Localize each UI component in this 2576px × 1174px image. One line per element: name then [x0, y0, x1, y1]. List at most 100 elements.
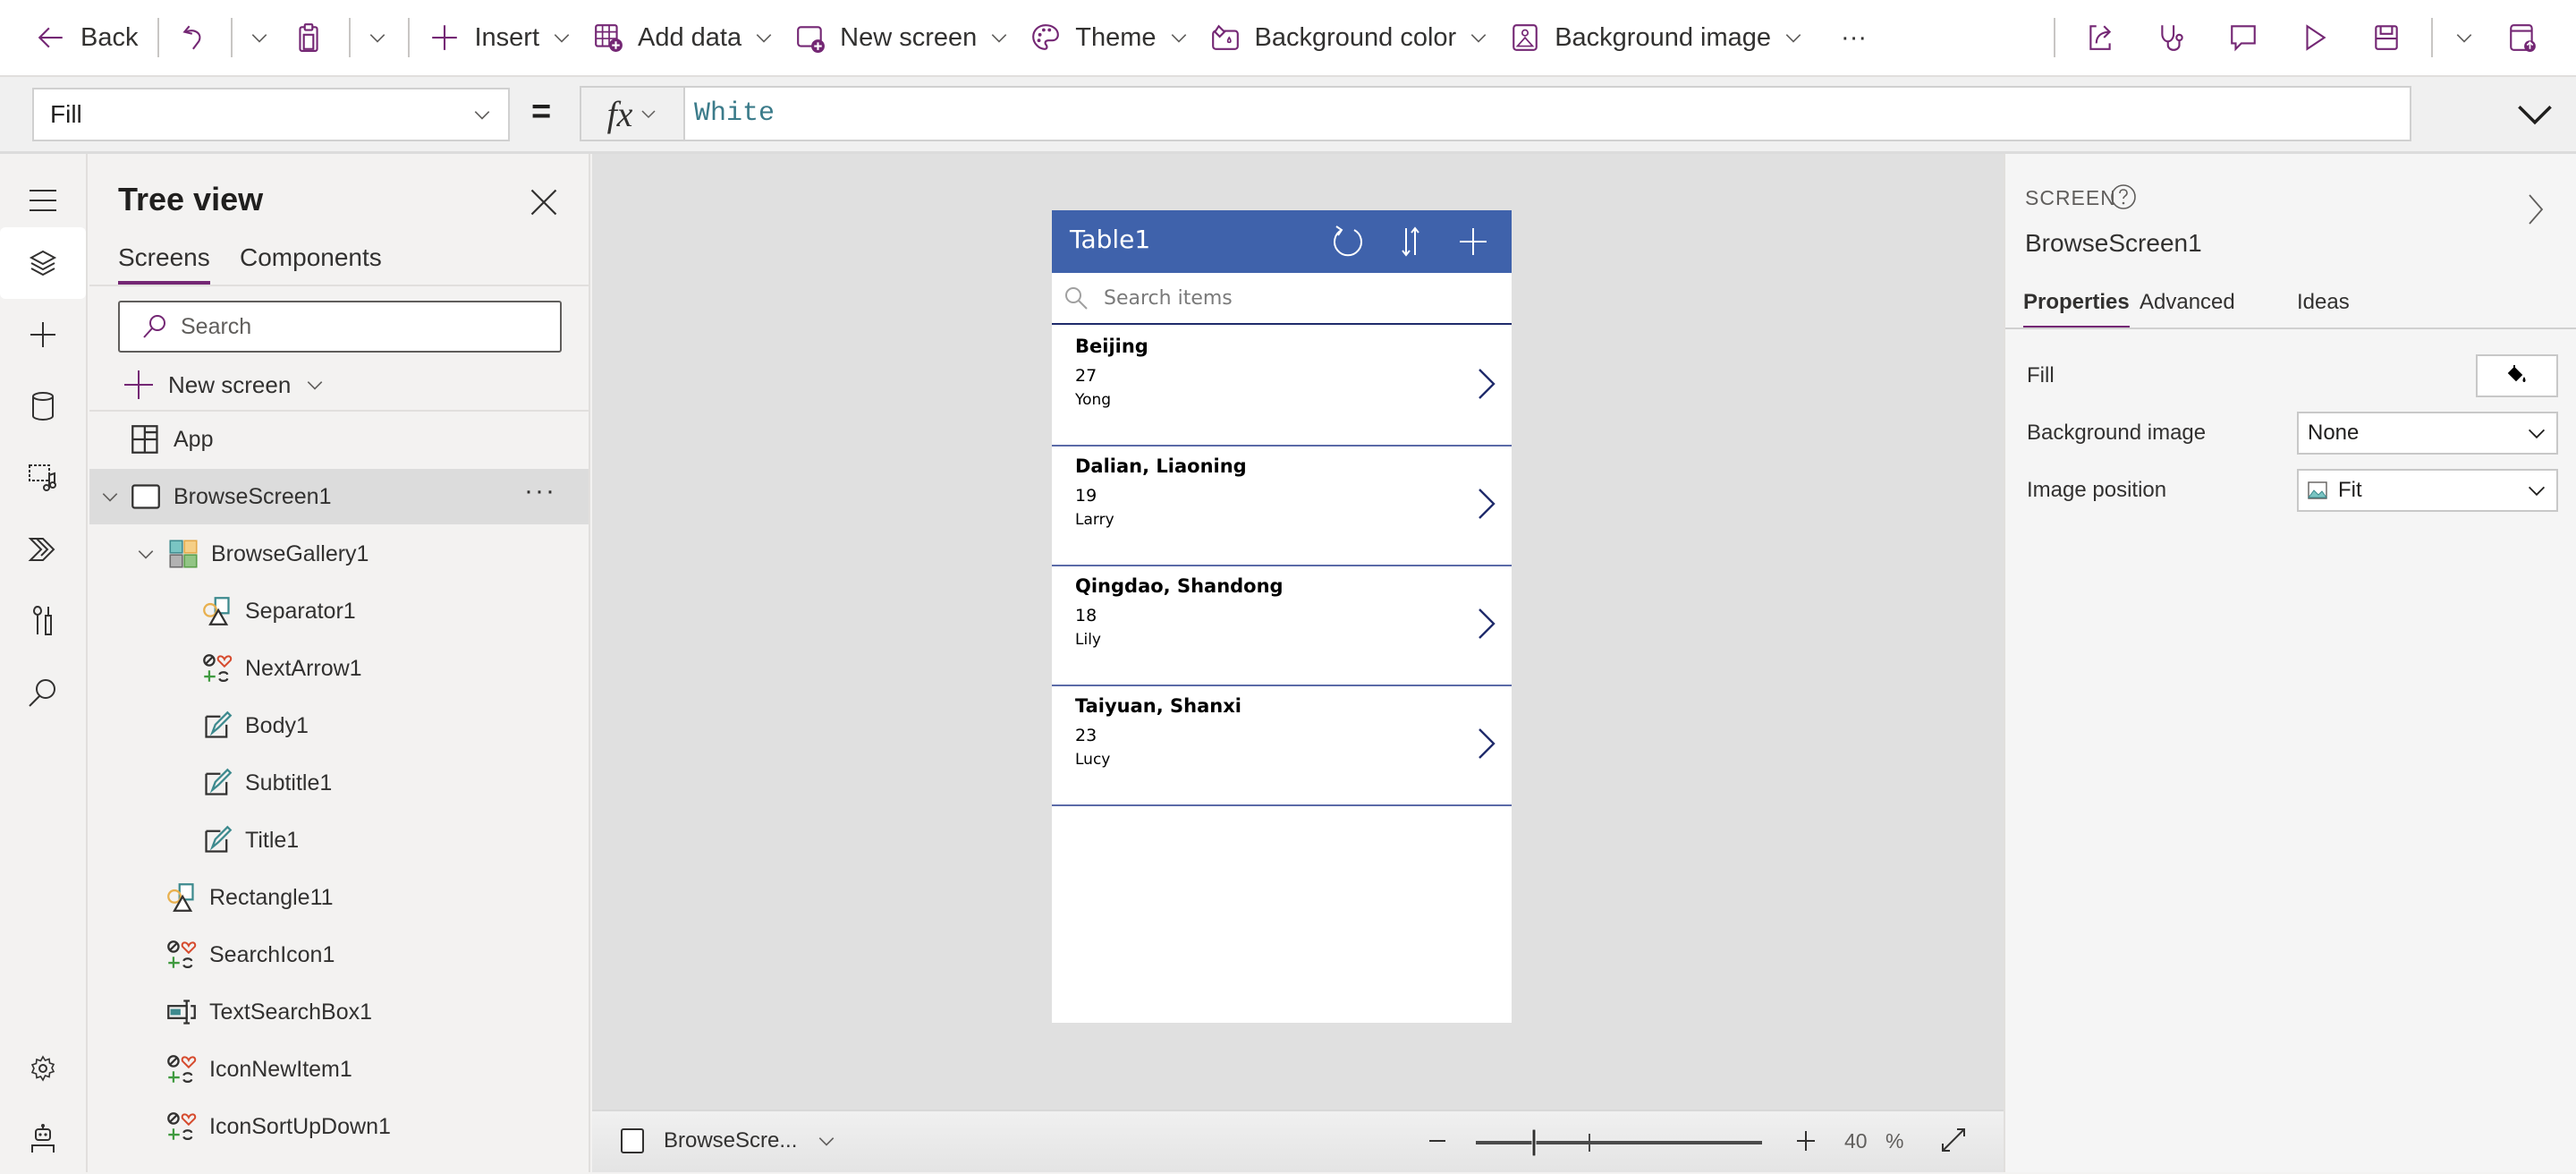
tree-item-app[interactable]: App [89, 412, 589, 467]
bot-icon [31, 1124, 55, 1153]
save-button[interactable] [2351, 11, 2422, 64]
fill-color-picker[interactable] [2476, 354, 2558, 397]
tab-components[interactable]: Components [240, 243, 382, 281]
chevron-down-icon[interactable] [100, 487, 120, 506]
tree-item-nextarrow1[interactable]: NextArrow1 [89, 641, 589, 696]
new-screen-button[interactable]: New screen [123, 362, 325, 408]
rail-insert[interactable] [0, 299, 86, 370]
rail-virtual-agent[interactable] [0, 1102, 86, 1174]
rail-tree-view[interactable] [0, 227, 86, 299]
rail-advanced-tools[interactable] [0, 585, 86, 657]
share-button[interactable] [2064, 11, 2136, 64]
tree-item-textsearchbox1[interactable]: TextSearchBox1 [89, 984, 589, 1040]
chevron-right-icon[interactable] [2522, 191, 2549, 227]
tree-item-rectangle11[interactable]: Rectangle11 [89, 870, 589, 925]
tree-item-browsegallery1[interactable]: BrowseGallery1 [89, 526, 589, 582]
tree-item-body1[interactable]: Body1 [89, 698, 589, 753]
fit-to-window-icon[interactable] [1937, 1124, 1970, 1156]
tab-screens[interactable]: Screens [118, 243, 210, 285]
tree-item-searchicon1[interactable]: SearchIcon1 [89, 927, 589, 983]
item-title: Dalian, Liaoning [1075, 455, 1247, 477]
paint-bucket-icon [2507, 365, 2526, 382]
more-options-icon[interactable]: ··· [524, 476, 556, 506]
chevron-right-icon[interactable] [1472, 366, 1499, 402]
hamburger-menu-button[interactable] [0, 165, 86, 236]
new-screen-button[interactable]: New screen [784, 11, 1020, 64]
background-color-button[interactable]: Background color [1199, 11, 1500, 64]
paste-button[interactable] [277, 11, 340, 64]
zoom-slider[interactable] [1476, 1129, 1762, 1156]
design-canvas[interactable]: Table1 Search items Beijing 27 Yong Dali… [592, 154, 2004, 1110]
table-add-icon [595, 24, 623, 52]
tree-view-title: Tree view [118, 181, 264, 217]
publish-button[interactable] [2487, 11, 2558, 64]
chevron-right-icon[interactable] [1472, 486, 1499, 522]
tab-properties[interactable]: Properties [2023, 290, 2130, 329]
add-item-icon[interactable] [1454, 223, 1492, 260]
control-name: BrowseScreen1 [2025, 229, 2202, 257]
layers-icon [29, 250, 57, 276]
more-commands-button[interactable]: ··· [1830, 11, 1877, 64]
background-image-dropdown[interactable]: None [2297, 412, 2558, 455]
tree-item-subtitle1[interactable]: Subtitle1 [89, 755, 589, 811]
screen-picker-label: BrowseScre... [664, 1128, 798, 1153]
sort-up-down-icon[interactable] [1392, 223, 1429, 260]
tree-item-title1[interactable]: Title1 [89, 812, 589, 868]
zoom-in-icon[interactable] [1792, 1127, 1819, 1154]
rail-search[interactable] [0, 657, 86, 728]
tree-view-pane: Tree view Screens Components Search New … [89, 154, 590, 1172]
rail-data[interactable] [0, 370, 86, 442]
tree-item-label: NextArrow1 [245, 655, 362, 681]
preview-button[interactable] [2279, 11, 2351, 64]
image-position-dropdown[interactable]: Fit [2297, 469, 2558, 512]
help-icon[interactable] [2109, 183, 2138, 211]
item-subtitle: 19 [1075, 486, 1097, 506]
image-position-value: Fit [2338, 478, 2362, 502]
zoom-slider-track [1476, 1141, 1762, 1144]
chevron-right-icon[interactable] [1472, 606, 1499, 642]
property-value: Fill [50, 100, 82, 128]
property-dropdown[interactable]: Fill [32, 88, 510, 141]
paint-bucket-icon [1211, 24, 1239, 50]
tree-item-iconnewitem1[interactable]: IconNewItem1 [89, 1042, 589, 1097]
power-automate-icon [28, 538, 55, 561]
gallery-item[interactable]: Dalian, Liaoning 19 Larry [1052, 447, 1512, 566]
zoom-slider-tick [1589, 1134, 1590, 1152]
divider [2005, 328, 2576, 329]
function-button[interactable]: fx [580, 86, 685, 141]
back-button[interactable]: Back [25, 11, 148, 64]
tab-ideas[interactable]: Ideas [2297, 290, 2350, 326]
tree-item-separator1[interactable]: Separator1 [89, 583, 589, 639]
refresh-icon[interactable] [1329, 223, 1367, 260]
chevron-right-icon[interactable] [1472, 726, 1499, 761]
undo-dropdown[interactable] [242, 11, 277, 64]
gallery-item[interactable]: Qingdao, Shandong 18 Lily [1052, 566, 1512, 686]
formula-input[interactable]: White [685, 86, 2411, 141]
zoom-out-icon[interactable] [1424, 1127, 1451, 1154]
tree-item-browsescreen1[interactable]: BrowseScreen1 ··· [89, 469, 589, 524]
save-dropdown[interactable] [2442, 11, 2487, 64]
tab-advanced[interactable]: Advanced [2140, 290, 2235, 326]
close-icon[interactable] [528, 186, 560, 218]
chevron-down-icon[interactable] [136, 544, 156, 564]
screen-preview[interactable]: Table1 Search items Beijing 27 Yong Dali… [1052, 210, 1512, 1023]
gallery-item[interactable]: Taiyuan, Shanxi 23 Lucy [1052, 686, 1512, 806]
tree-item-iconsortupdown1[interactable]: IconSortUpDown1 [89, 1099, 589, 1154]
tree-search-input[interactable]: Search [118, 301, 562, 353]
add-data-button[interactable]: Add data [582, 11, 784, 64]
screen-picker-dropdown[interactable]: BrowseScre... [619, 1127, 836, 1154]
rail-media[interactable] [0, 442, 86, 514]
background-image-button[interactable]: Background image [1499, 11, 1814, 64]
paste-dropdown[interactable] [360, 11, 395, 64]
app-checker-button[interactable] [2136, 11, 2207, 64]
search-items-input[interactable]: Search items [1052, 273, 1512, 325]
undo-button[interactable] [168, 11, 222, 64]
rail-settings[interactable] [0, 1033, 86, 1104]
theme-button[interactable]: Theme [1020, 11, 1199, 64]
rail-power-automate[interactable] [0, 514, 86, 585]
comments-button[interactable] [2207, 11, 2279, 64]
expand-formula-icon[interactable] [2515, 95, 2555, 134]
insert-button[interactable]: Insert [419, 11, 582, 64]
chevron-down-icon [2528, 486, 2546, 497]
gallery-item[interactable]: Beijing 27 Yong [1052, 327, 1512, 447]
